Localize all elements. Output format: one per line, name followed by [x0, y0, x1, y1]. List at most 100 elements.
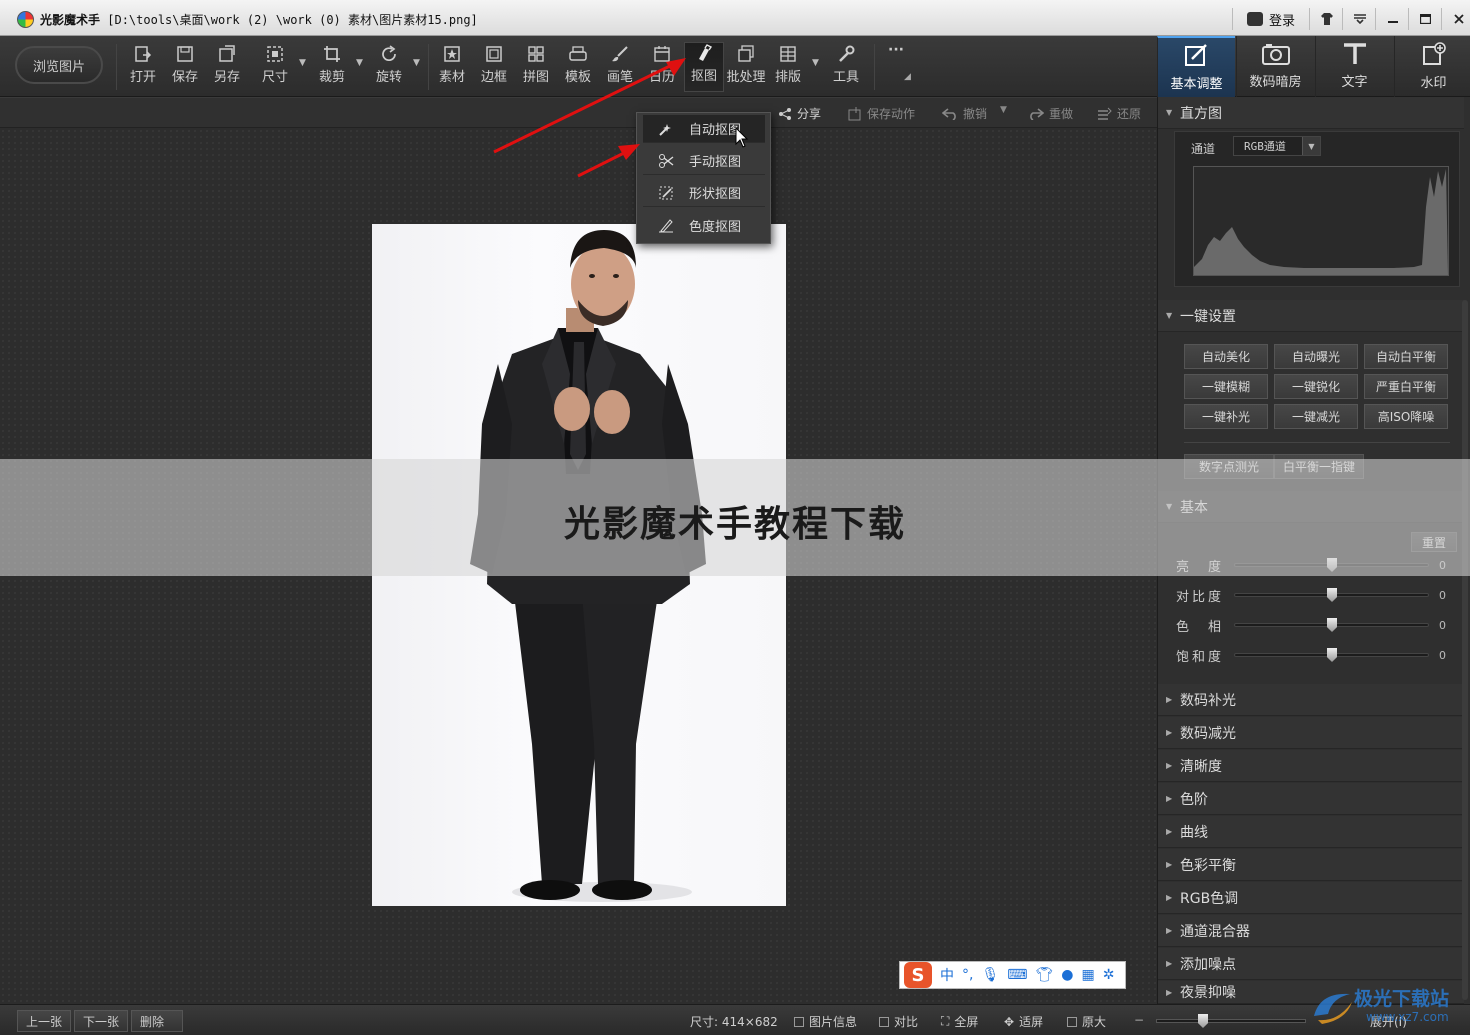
fullscreen-button[interactable]: ⛶ 全屏	[941, 1013, 978, 1030]
one-click-blur-button[interactable]: 一键模糊	[1184, 374, 1268, 399]
restore-button[interactable]: 还原	[1096, 105, 1141, 122]
adjust-icon	[1184, 44, 1207, 66]
auto-white-balance-button[interactable]: 自动白平衡	[1364, 344, 1448, 369]
section-title: 曲线	[1180, 824, 1208, 841]
tool-label: 旋转	[375, 70, 402, 85]
contrast-slider[interactable]: 对比度 0	[1176, 585, 1458, 605]
hue-slider[interactable]: 色 相 0	[1176, 615, 1458, 635]
menu-button[interactable]	[1344, 8, 1376, 30]
tool-save-as[interactable]: 另存	[207, 44, 247, 90]
login-label: 登录	[1268, 13, 1295, 29]
ime-punctuation[interactable]: °,	[962, 967, 973, 983]
section-color-balance[interactable]: ▶ 色彩平衡	[1158, 849, 1464, 881]
fit-screen-button[interactable]: ✥ 适屏	[1004, 1013, 1043, 1030]
browse-images-button[interactable]: 浏览图片	[15, 46, 103, 84]
tool-save[interactable]: 保存	[165, 44, 205, 90]
slider-track[interactable]	[1234, 588, 1429, 602]
tool-open[interactable]: 打开	[123, 44, 163, 90]
tab-watermark[interactable]: 水印	[1394, 36, 1470, 97]
ime-logo[interactable]: S	[904, 962, 932, 988]
fill-light-button[interactable]: 一键补光	[1184, 404, 1268, 429]
saturation-slider[interactable]: 饱和度 0	[1176, 645, 1458, 665]
tool-label: 裁剪	[318, 70, 345, 85]
section-channel-mixer[interactable]: ▶ 通道混合器	[1158, 915, 1464, 947]
undo-button[interactable]: 撤销	[942, 105, 987, 122]
maximize-button[interactable]	[1410, 8, 1442, 30]
login-button[interactable]: 登录	[1232, 8, 1310, 30]
section-clarity[interactable]: ▶ 清晰度	[1158, 750, 1464, 782]
zoom-out-icon[interactable]: −	[1134, 1013, 1144, 1027]
settings-icon[interactable]: ✲	[1103, 967, 1115, 983]
overlay-title: 光影魔术手教程下载	[563, 504, 906, 545]
compare-button[interactable]: 对比	[879, 1013, 918, 1030]
strong-white-balance-button[interactable]: 严重白平衡	[1364, 374, 1448, 399]
image-info-button[interactable]: 图片信息	[794, 1013, 857, 1030]
auto-exposure-button[interactable]: 自动曝光	[1274, 344, 1358, 369]
toolbar-expand-icon[interactable]: ◢	[904, 72, 911, 82]
section-histogram-header[interactable]: ▼ 直方图	[1158, 97, 1464, 129]
section-add-noise[interactable]: ▶ 添加噪点	[1158, 948, 1464, 980]
slider-thumb[interactable]	[1327, 588, 1337, 602]
rotate-dropdown-arrow[interactable]: ▼	[413, 58, 420, 68]
keyboard-icon[interactable]: ⌨︎	[1007, 967, 1027, 983]
tool-batch[interactable]: 批处理	[726, 44, 766, 90]
zoom-slider-thumb[interactable]	[1198, 1014, 1208, 1028]
panel-scrollbar[interactable]	[1462, 300, 1468, 1000]
tool-layout[interactable]: 排版	[768, 44, 808, 90]
minimize-button[interactable]	[1377, 8, 1409, 30]
status-bar: 上一张 下一张 删除 尺寸: 414×682 图片信息 对比 ⛶ 全屏 ✥ 适屏 原…	[0, 1004, 1470, 1035]
tool-crop[interactable]: 裁剪	[312, 44, 352, 90]
ime-mode[interactable]: 中	[940, 965, 954, 985]
section-title: 清晰度	[1180, 758, 1222, 775]
zoom-slider[interactable]	[1156, 1019, 1306, 1023]
next-image-button[interactable]: 下一张	[74, 1010, 129, 1032]
skin-icon[interactable]: 👕︎	[1035, 967, 1053, 983]
tool-rotate[interactable]: 旋转	[369, 44, 409, 90]
original-size-button[interactable]: 原大	[1067, 1013, 1106, 1030]
menu-item-chroma-cutout[interactable]: 色度抠图	[643, 211, 765, 239]
save-action-icon	[848, 106, 861, 120]
tool-resize[interactable]: 尺寸	[255, 44, 295, 90]
skin-button[interactable]	[1311, 8, 1343, 30]
undo-dropdown-arrow[interactable]: ▼	[1000, 105, 1007, 115]
delete-button[interactable]: 删除	[131, 1010, 183, 1032]
material-icon	[442, 44, 462, 64]
layout-dropdown-arrow[interactable]: ▼	[812, 58, 819, 68]
panel-divider	[1184, 442, 1450, 443]
resize-dropdown-arrow[interactable]: ▼	[299, 58, 306, 68]
reduce-light-button[interactable]: 一键减光	[1274, 404, 1358, 429]
share-button[interactable]: 分享	[778, 105, 821, 122]
tool-material[interactable]: 素材	[432, 44, 472, 90]
game-icon[interactable]: ●	[1061, 967, 1073, 983]
expand-arrow-icon: ▶	[1166, 893, 1173, 902]
tab-basic-adjust[interactable]: 基本调整	[1157, 36, 1235, 97]
slider-thumb[interactable]	[1327, 618, 1337, 632]
tool-wrench[interactable]: 工具	[826, 44, 866, 90]
section-fill-light[interactable]: ▶ 数码补光	[1158, 684, 1464, 716]
channel-select[interactable]: RGB通道 ▼	[1233, 136, 1321, 156]
apps-grid-icon[interactable]: ▦	[1081, 967, 1094, 983]
auto-beautify-button[interactable]: 自动美化	[1184, 344, 1268, 369]
section-curves[interactable]: ▶ 曲线	[1158, 816, 1464, 848]
share-label: 分享	[797, 107, 822, 121]
section-levels[interactable]: ▶ 色阶	[1158, 783, 1464, 815]
prev-image-button[interactable]: 上一张	[17, 1010, 72, 1032]
slider-track[interactable]	[1234, 648, 1429, 662]
microphone-icon[interactable]: 🎙︎	[981, 967, 999, 983]
section-rgb-tone[interactable]: ▶ RGB色调	[1158, 882, 1464, 914]
high-iso-denoise-button[interactable]: 高ISO降噪	[1364, 404, 1448, 429]
tab-darkroom[interactable]: 数码暗房	[1236, 36, 1314, 97]
slider-track[interactable]	[1234, 618, 1429, 632]
one-click-sharpen-button[interactable]: 一键锐化	[1274, 374, 1358, 399]
close-button[interactable]	[1443, 8, 1470, 30]
tab-text[interactable]: 文字	[1315, 36, 1393, 97]
crop-dropdown-arrow[interactable]: ▼	[356, 58, 363, 68]
mouse-cursor-icon	[735, 127, 749, 148]
slider-thumb[interactable]	[1327, 648, 1337, 662]
save-action-button[interactable]: 保存动作	[848, 105, 915, 122]
more-tools-button[interactable]: ···	[888, 42, 904, 58]
section-reduce-light[interactable]: ▶ 数码减光	[1158, 717, 1464, 749]
redo-button[interactable]: 重做	[1028, 105, 1073, 122]
user-icon	[1246, 12, 1263, 26]
section-quick-header[interactable]: ▼ 一键设置	[1158, 300, 1464, 332]
